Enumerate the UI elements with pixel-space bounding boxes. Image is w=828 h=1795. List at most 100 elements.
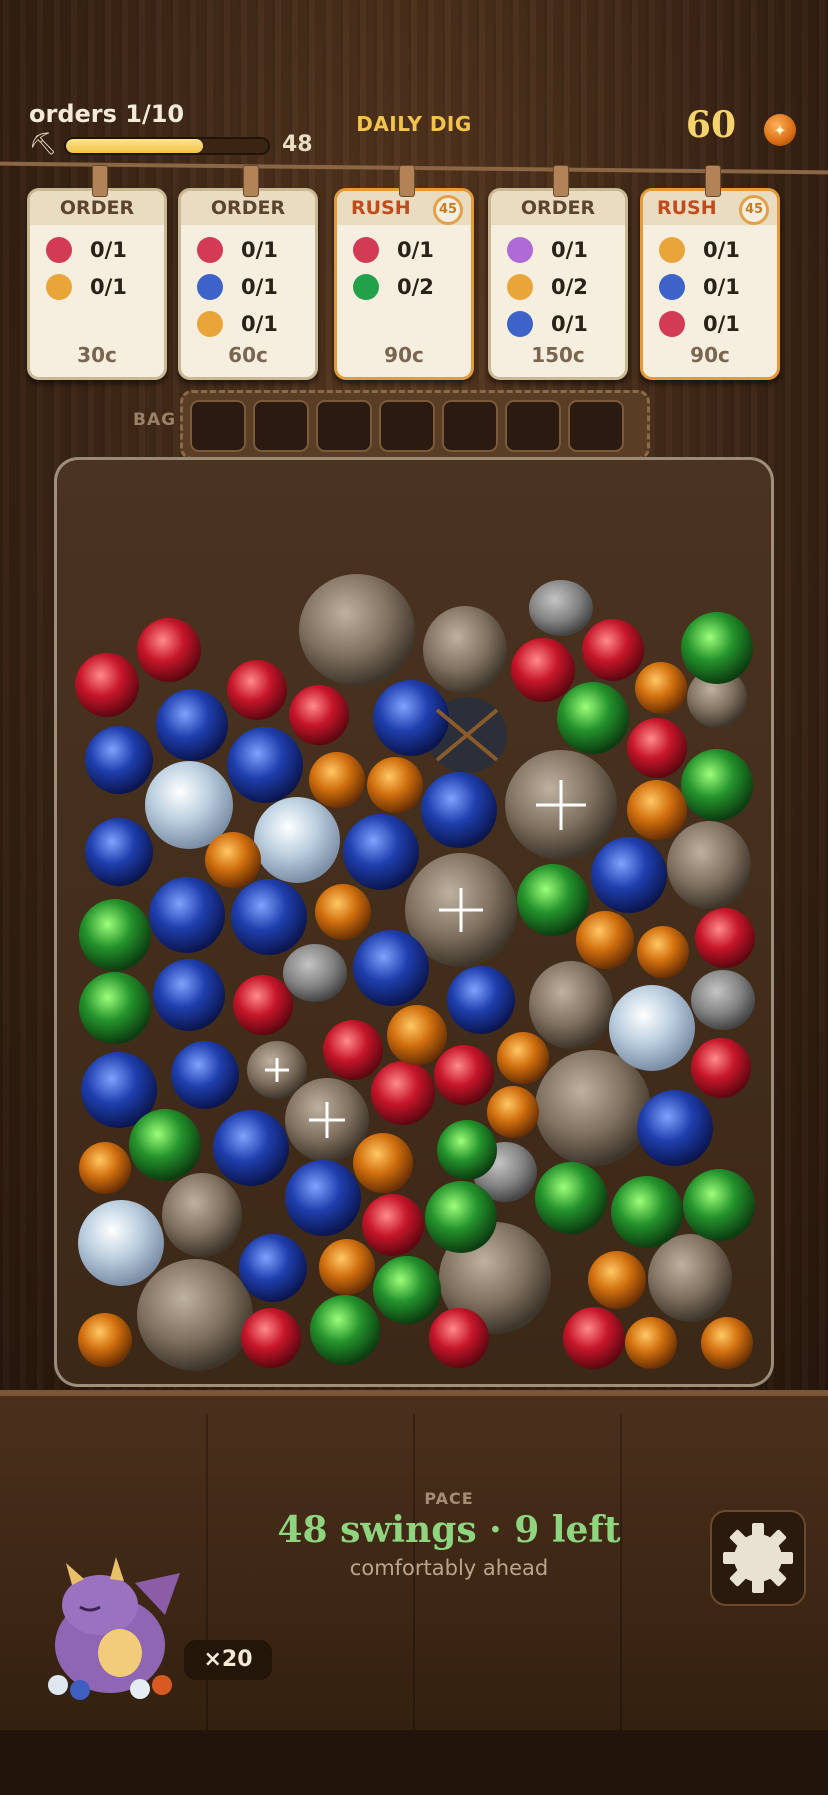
red-gem[interactable] [323, 1020, 383, 1080]
green-gem[interactable] [683, 1169, 755, 1241]
blue-gem[interactable] [239, 1234, 307, 1302]
green-gem[interactable] [611, 1176, 683, 1248]
amber-gem[interactable] [576, 911, 634, 969]
pearl[interactable] [609, 985, 695, 1071]
blue-gem[interactable] [343, 814, 419, 890]
amber-gem[interactable] [319, 1239, 375, 1295]
green-crystal[interactable] [437, 1120, 497, 1180]
amber-gem[interactable] [79, 1142, 131, 1194]
settings-button[interactable] [710, 1510, 806, 1606]
green-gem[interactable] [79, 899, 151, 971]
boulder[interactable] [529, 961, 613, 1049]
bag-slot[interactable] [379, 400, 435, 452]
blue-gem[interactable] [156, 689, 228, 761]
red-gem[interactable] [233, 975, 293, 1035]
pearl[interactable] [254, 797, 340, 883]
red-gem[interactable] [241, 1308, 301, 1368]
amber-nugget[interactable] [637, 926, 689, 978]
order-card[interactable]: ORDER 0/1 0/1 30c [27, 165, 167, 380]
blue-gem[interactable] [421, 772, 497, 848]
amber-nugget[interactable] [701, 1317, 753, 1369]
red-gem[interactable] [582, 619, 644, 681]
red-gem[interactable] [429, 1308, 489, 1368]
blue-gem[interactable] [373, 680, 449, 756]
amber-gem[interactable] [205, 832, 261, 888]
amber-nugget[interactable] [487, 1086, 539, 1138]
gem-field[interactable] [57, 460, 774, 1387]
stone[interactable] [691, 970, 755, 1030]
red-gem[interactable] [627, 718, 687, 778]
red-gem[interactable] [695, 908, 755, 968]
bag-slot[interactable] [568, 400, 624, 452]
amber-gem[interactable] [588, 1251, 646, 1309]
boulder[interactable] [162, 1173, 242, 1257]
red-gem[interactable] [434, 1045, 494, 1105]
boulder[interactable] [137, 1259, 253, 1371]
bag-slot[interactable] [505, 400, 561, 452]
red-gem[interactable] [289, 685, 349, 745]
red-gem[interactable] [137, 618, 201, 682]
green-gem[interactable] [535, 1162, 607, 1234]
boulder[interactable] [423, 606, 507, 694]
pearl[interactable] [78, 1200, 164, 1286]
blue-gem[interactable] [231, 879, 307, 955]
boulder[interactable] [667, 821, 751, 909]
bag-slot[interactable] [442, 400, 498, 452]
blue-gem[interactable] [591, 837, 667, 913]
blue-gem[interactable] [637, 1090, 713, 1166]
blue-gem[interactable] [353, 930, 429, 1006]
green-gem[interactable] [681, 749, 753, 821]
stone[interactable] [529, 580, 593, 636]
red-gem[interactable] [563, 1307, 625, 1369]
red-gem[interactable] [75, 653, 139, 717]
order-item: 0/1 [46, 272, 127, 302]
blue-gem[interactable] [447, 966, 515, 1034]
order-card[interactable]: ORDER 0/1 0/1 0/1 60c [178, 165, 318, 380]
red-gem[interactable] [691, 1038, 751, 1098]
order-card[interactable]: RUSH 45 0/1 0/2 90c [334, 165, 474, 380]
boulder[interactable] [535, 1050, 651, 1166]
amber-gem[interactable] [367, 757, 423, 813]
green-gem[interactable] [310, 1295, 380, 1365]
stone[interactable] [283, 944, 347, 1002]
amber-gem[interactable] [387, 1005, 447, 1065]
green-gem[interactable] [681, 612, 753, 684]
amber-gem[interactable] [353, 1133, 413, 1193]
amber-nugget[interactable] [635, 662, 687, 714]
red-gem[interactable] [362, 1194, 424, 1256]
green-gem[interactable] [79, 972, 151, 1044]
blue-gem[interactable] [285, 1160, 361, 1236]
floor [0, 1730, 828, 1795]
red-gem[interactable] [227, 660, 287, 720]
bag-slot[interactable] [316, 400, 372, 452]
red-gem[interactable] [511, 638, 575, 702]
amber-gem[interactable] [627, 780, 687, 840]
blue-gem[interactable] [153, 959, 225, 1031]
order-card[interactable]: ORDER 0/1 0/2 0/1 150c [488, 165, 628, 380]
amber-gem[interactable] [78, 1313, 132, 1367]
green-gem[interactable] [557, 682, 629, 754]
green-gem[interactable] [129, 1109, 201, 1181]
green-gem[interactable] [373, 1256, 441, 1324]
amber-gem[interactable] [315, 884, 371, 940]
gems[interactable] [75, 574, 755, 1371]
red-gem[interactable] [371, 1061, 435, 1125]
blue-gem[interactable] [213, 1110, 289, 1186]
blue-gem[interactable] [85, 726, 153, 794]
blue-gem[interactable] [171, 1041, 239, 1109]
amber-nugget[interactable] [625, 1317, 677, 1369]
blue-gem[interactable] [227, 727, 303, 803]
blue-gem[interactable] [149, 877, 225, 953]
dragon-icon[interactable] [40, 1545, 190, 1705]
bag-slot[interactable] [190, 400, 246, 452]
boulder[interactable] [299, 574, 415, 686]
amber-gem[interactable] [309, 752, 365, 808]
order-card[interactable]: RUSH 45 0/1 0/1 0/1 90c [640, 165, 780, 380]
gem-jar[interactable] [54, 457, 774, 1387]
boulder[interactable] [648, 1234, 732, 1322]
bag-slot[interactable] [253, 400, 309, 452]
green-gem[interactable] [517, 864, 589, 936]
blue-gem[interactable] [85, 818, 153, 886]
green-gem[interactable] [425, 1181, 497, 1253]
amber-nugget[interactable] [497, 1032, 549, 1084]
